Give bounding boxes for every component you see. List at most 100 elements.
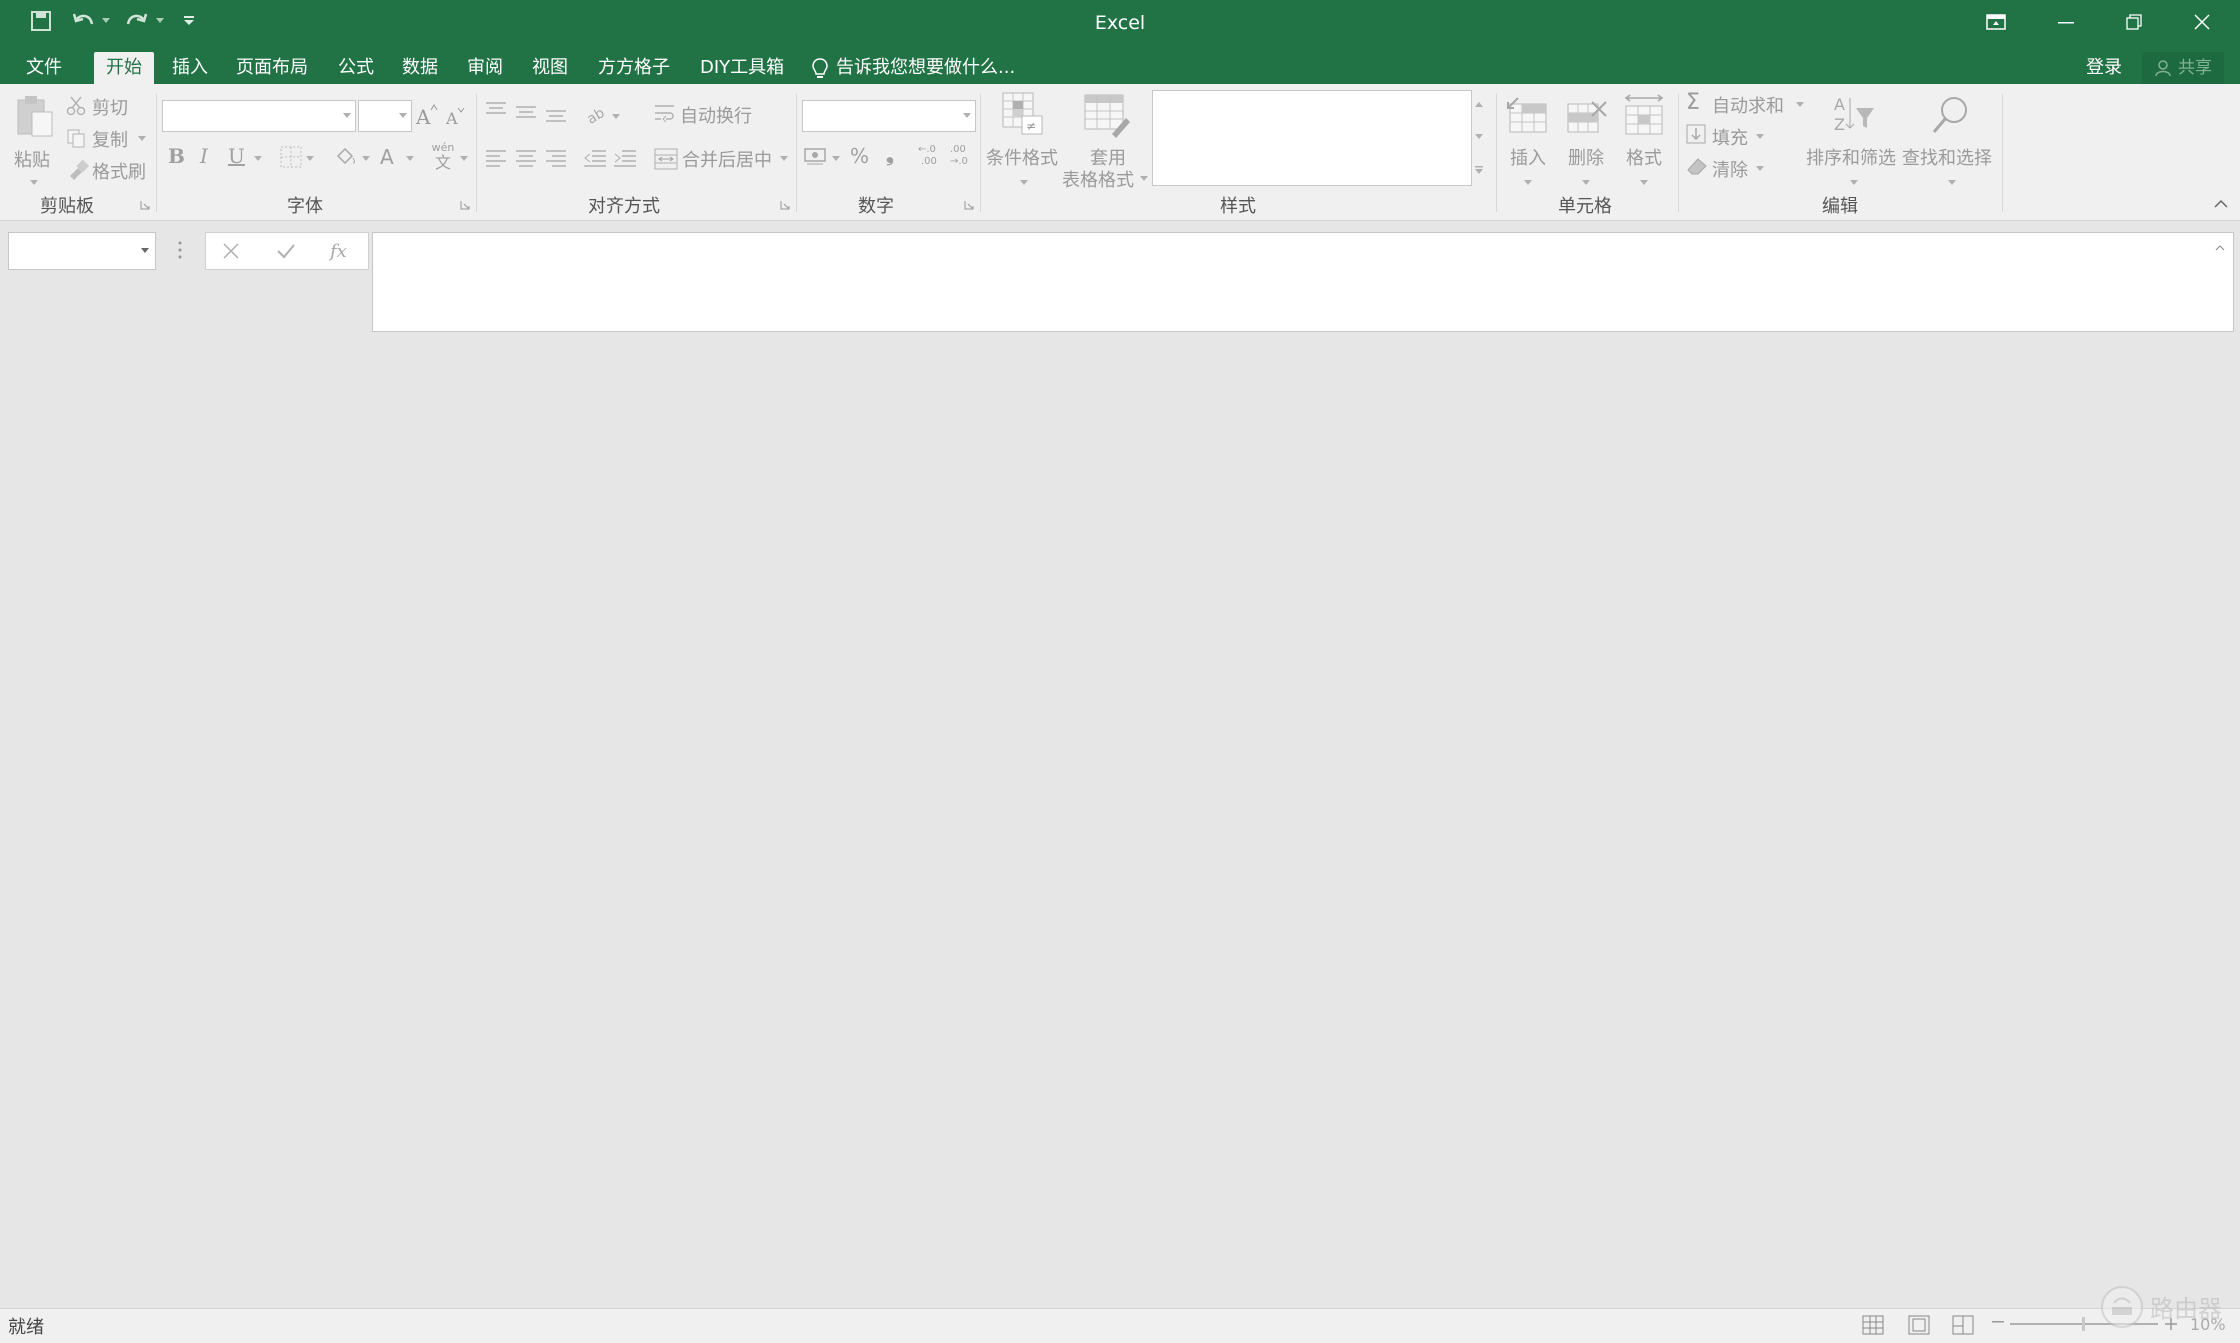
align-right-icon[interactable] bbox=[546, 150, 566, 168]
formula-bar-grip-icon[interactable] bbox=[178, 240, 182, 260]
underline-button[interactable]: U bbox=[228, 144, 245, 168]
restore-icon[interactable] bbox=[2126, 14, 2142, 30]
tab-view[interactable]: 视图 bbox=[520, 52, 580, 84]
gallery-scroll-down-icon[interactable] bbox=[1475, 134, 1483, 139]
increase-font-size-icon[interactable]: A bbox=[415, 104, 438, 129]
increase-indent-icon[interactable] bbox=[614, 150, 636, 168]
svg-text:.00: .00 bbox=[950, 144, 966, 155]
page-break-view-icon[interactable] bbox=[1952, 1315, 1974, 1335]
align-left-icon[interactable] bbox=[486, 150, 506, 168]
decrease-decimal-icon[interactable]: .00 →.0 bbox=[950, 142, 976, 167]
editing-group-label: 编辑 bbox=[1822, 196, 1858, 217]
increase-decimal-icon[interactable]: ←.0.00 bbox=[918, 142, 944, 167]
paste-icon bbox=[14, 94, 54, 138]
magnifier-icon bbox=[1930, 94, 1972, 136]
clipboard-dialog-launcher-icon[interactable] bbox=[140, 200, 150, 210]
fill-color-dropdown-icon[interactable] bbox=[362, 156, 370, 161]
font-color-icon[interactable]: A bbox=[380, 144, 402, 169]
page-layout-view-icon[interactable] bbox=[1908, 1315, 1930, 1335]
minimize-icon[interactable] bbox=[2058, 22, 2074, 24]
confirm-entry-icon[interactable] bbox=[276, 242, 296, 260]
conditional-formatting-icon: ≠ bbox=[1002, 92, 1044, 136]
align-center-icon[interactable] bbox=[516, 150, 536, 168]
formula-buttons: fx bbox=[205, 232, 369, 270]
delete-cells-button[interactable]: 删除 bbox=[1560, 90, 1610, 190]
decrease-font-size-icon[interactable]: A bbox=[445, 106, 466, 128]
alignment-dialog-launcher-icon[interactable] bbox=[780, 200, 790, 210]
number-format-combo[interactable] bbox=[802, 100, 976, 132]
autosum-dropdown-icon bbox=[1796, 102, 1804, 107]
comma-style-button[interactable]: ❟ bbox=[886, 142, 894, 166]
collapse-formula-bar-icon[interactable] bbox=[2215, 245, 2225, 251]
accounting-format-icon[interactable] bbox=[804, 146, 828, 166]
format-as-table-button[interactable]: 套用 表格格式 bbox=[1062, 90, 1148, 200]
tab-page-layout[interactable]: 页面布局 bbox=[224, 52, 320, 84]
insert-function-icon[interactable]: fx bbox=[328, 237, 354, 263]
zoom-slider-thumb[interactable] bbox=[2082, 1317, 2085, 1331]
ribbon-display-options-icon[interactable] bbox=[1986, 14, 2006, 30]
sort-filter-dropdown-icon bbox=[1850, 180, 1858, 185]
tab-review[interactable]: 审阅 bbox=[455, 52, 515, 84]
fill-color-icon[interactable] bbox=[334, 146, 358, 168]
find-select-button[interactable]: 查找和选择 bbox=[1902, 90, 1994, 190]
group-separator bbox=[476, 94, 477, 212]
clear-label: 清除 bbox=[1712, 160, 1748, 181]
collapse-ribbon-icon[interactable] bbox=[2214, 199, 2228, 208]
svg-text:≠: ≠ bbox=[1026, 119, 1036, 133]
zoom-out-icon[interactable] bbox=[1992, 1321, 2004, 1325]
share-button[interactable]: 共享 bbox=[2142, 52, 2224, 84]
sign-in-link[interactable]: 登录 bbox=[2086, 52, 2122, 84]
tab-file[interactable]: 文件 bbox=[14, 52, 74, 84]
orientation-icon[interactable]: ab bbox=[584, 102, 610, 128]
top-align-icon[interactable] bbox=[486, 102, 506, 118]
phonetic-char-label: 文 bbox=[434, 153, 451, 172]
lightbulb-icon[interactable] bbox=[812, 58, 828, 80]
paste-dropdown-icon bbox=[30, 180, 38, 185]
bold-button[interactable]: B bbox=[168, 144, 185, 168]
sort-filter-button[interactable]: AZ 排序和筛选 bbox=[1806, 90, 1898, 190]
name-box[interactable] bbox=[8, 232, 156, 270]
borders-dropdown-icon[interactable] bbox=[306, 156, 314, 161]
scissors-icon bbox=[66, 96, 86, 116]
tab-home[interactable]: 开始 bbox=[94, 52, 154, 84]
alignment-group-label: 对齐方式 bbox=[588, 196, 660, 217]
percent-style-button[interactable]: % bbox=[850, 144, 869, 168]
tab-ffgz[interactable]: 方方格子 bbox=[586, 52, 682, 84]
number-dialog-launcher-icon[interactable] bbox=[964, 200, 974, 210]
underline-dropdown-icon[interactable] bbox=[254, 156, 262, 161]
italic-button[interactable]: I bbox=[200, 144, 208, 168]
gallery-scroll-up-icon[interactable] bbox=[1475, 102, 1483, 107]
close-icon[interactable] bbox=[2194, 14, 2210, 30]
chevron-down-icon bbox=[399, 113, 407, 118]
accounting-dropdown-icon[interactable] bbox=[832, 156, 840, 161]
tab-insert[interactable]: 插入 bbox=[160, 52, 220, 84]
format-cells-button[interactable]: 格式 bbox=[1618, 90, 1668, 190]
svg-text:Z: Z bbox=[1834, 115, 1845, 134]
borders-icon[interactable] bbox=[280, 146, 302, 168]
decrease-indent-icon[interactable] bbox=[584, 150, 606, 168]
conditional-formatting-button[interactable]: ≠ 条件格式 bbox=[986, 90, 1060, 190]
tell-me-search[interactable]: 告诉我您想要做什么... bbox=[836, 52, 1015, 84]
paste-label: 粘贴 bbox=[14, 150, 50, 171]
middle-align-icon[interactable] bbox=[516, 106, 536, 122]
tab-formulas[interactable]: 公式 bbox=[326, 52, 386, 84]
tab-data[interactable]: 数据 bbox=[390, 52, 450, 84]
gallery-scrollbar[interactable] bbox=[1470, 90, 1488, 186]
gallery-more-icon[interactable] bbox=[1475, 166, 1483, 174]
phonetic-dropdown-icon[interactable] bbox=[460, 156, 468, 161]
cell-styles-gallery[interactable] bbox=[1152, 90, 1472, 186]
bottom-align-icon[interactable] bbox=[546, 110, 566, 126]
font-size-combo[interactable] bbox=[358, 100, 412, 132]
format-as-table-icon bbox=[1084, 94, 1130, 138]
font-name-combo[interactable] bbox=[162, 100, 356, 132]
cancel-entry-icon[interactable] bbox=[222, 242, 240, 260]
insert-cells-button[interactable]: 插入 bbox=[1502, 90, 1552, 190]
orientation-dropdown-icon[interactable] bbox=[612, 114, 620, 119]
tab-diy-toolbox[interactable]: DIY工具箱 bbox=[688, 52, 796, 84]
paste-button[interactable]: 粘贴 bbox=[12, 92, 56, 192]
normal-view-icon[interactable] bbox=[1862, 1315, 1884, 1335]
font-dialog-launcher-icon[interactable] bbox=[460, 200, 470, 210]
formula-input[interactable] bbox=[372, 232, 2234, 332]
phonetic-guide-button[interactable]: wén 文 bbox=[430, 142, 456, 172]
font-color-dropdown-icon[interactable] bbox=[406, 156, 414, 161]
